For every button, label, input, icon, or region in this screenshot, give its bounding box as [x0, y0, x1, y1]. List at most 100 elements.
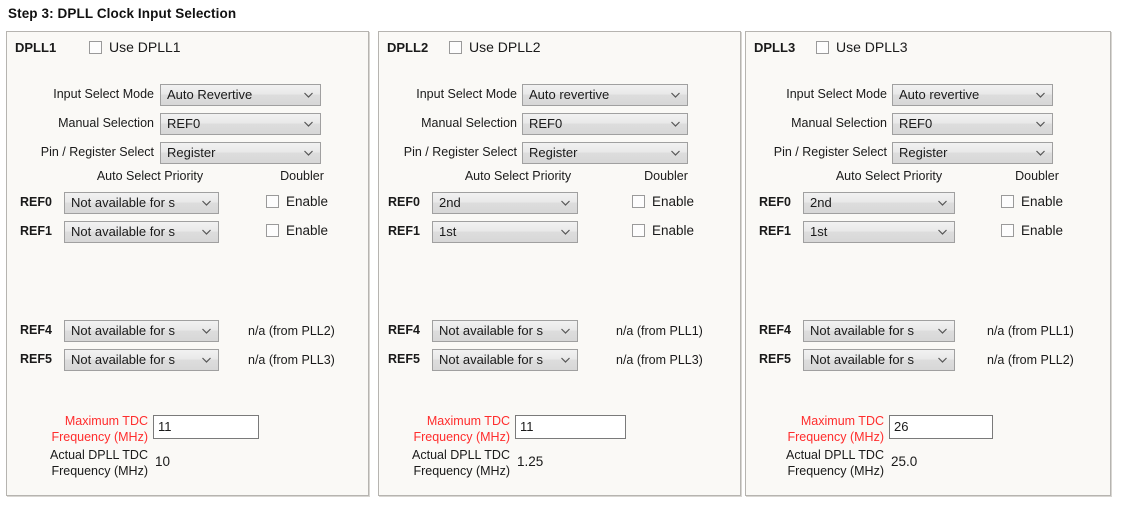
column-headings: Auto Select Priority Doubler — [746, 169, 1110, 187]
ref-priority-value: Not available for s — [810, 352, 914, 367]
max-tdc-frequency-label: Maximum TDCFrequency (MHz) — [379, 413, 510, 445]
pin-register-select-row: Pin / Register Select Register — [7, 142, 368, 164]
doubler-enable-checkbox-row[interactable]: Enable — [632, 194, 694, 209]
doubler-enable-checkbox-row[interactable]: Enable — [1001, 223, 1063, 238]
ref-row-ref4: REF4 Not available for s n/a (from PLL1) — [746, 320, 1110, 343]
checkbox-icon[interactable] — [1001, 195, 1014, 208]
manual-selection-row: Manual Selection REF0 — [7, 113, 368, 135]
use-dpll-label: Use DPLL3 — [836, 39, 908, 55]
ref-priority-dropdown[interactable]: Not available for s — [803, 320, 955, 342]
ref-source-note: n/a (from PLL2) — [248, 324, 335, 338]
ref-priority-dropdown[interactable]: Not available for s — [432, 320, 578, 342]
pin-register-select-label: Pin / Register Select — [746, 145, 887, 159]
use-dpll-checkbox-row[interactable]: Use DPLL1 — [89, 39, 181, 55]
chevron-down-icon — [304, 85, 313, 105]
chevron-down-icon — [202, 350, 211, 370]
actual-tdc-frequency-value: 10 — [155, 454, 170, 469]
doubler-heading: Doubler — [990, 169, 1084, 183]
use-dpll-label: Use DPLL1 — [109, 39, 181, 55]
use-dpll-checkbox-row[interactable]: Use DPLL2 — [449, 39, 541, 55]
doubler-enable-label: Enable — [1021, 223, 1063, 238]
chevron-down-icon — [561, 222, 570, 242]
input-select-mode-dropdown[interactable]: Auto revertive — [522, 84, 688, 106]
doubler-enable-label: Enable — [286, 194, 328, 209]
checkbox-icon[interactable] — [632, 224, 645, 237]
manual-selection-label: Manual Selection — [746, 116, 887, 130]
pin-register-select-dropdown[interactable]: Register — [522, 142, 688, 164]
ref-source-note: n/a (from PLL1) — [616, 324, 703, 338]
ref-priority-dropdown[interactable]: 2nd — [803, 192, 955, 214]
max-tdc-frequency-label: Maximum TDCFrequency (MHz) — [746, 413, 884, 445]
checkbox-icon[interactable] — [816, 41, 829, 54]
actual-tdc-frequency-row: Actual DPLL TDCFrequency (MHz) 1.25 — [379, 447, 740, 481]
ref-label: REF1 — [20, 224, 52, 238]
column-headings: Auto Select Priority Doubler — [7, 169, 368, 187]
doubler-enable-checkbox-row[interactable]: Enable — [266, 223, 328, 238]
ref-priority-dropdown[interactable]: 2nd — [432, 192, 578, 214]
ref-label: REF0 — [388, 195, 420, 209]
checkbox-icon[interactable] — [632, 195, 645, 208]
manual-selection-dropdown[interactable]: REF0 — [160, 113, 321, 135]
dpll-panel-dpll1: DPLL1 Use DPLL1 Input Select Mode Auto R… — [6, 31, 369, 496]
pin-register-select-dropdown[interactable]: Register — [160, 142, 321, 164]
manual-selection-dropdown[interactable]: REF0 — [892, 113, 1053, 135]
panel-title: DPLL3 — [754, 40, 795, 55]
ref-priority-dropdown[interactable]: Not available for s — [64, 320, 219, 342]
ref-priority-dropdown[interactable]: Not available for s — [64, 192, 219, 214]
chevron-down-icon — [202, 321, 211, 341]
ref-row-ref1: REF1 1st Enable — [746, 221, 1110, 244]
input-select-mode-row: Input Select Mode Auto Revertive — [7, 84, 368, 106]
input-select-mode-dropdown[interactable]: Auto Revertive — [160, 84, 321, 106]
input-select-mode-dropdown[interactable]: Auto revertive — [892, 84, 1053, 106]
ref-priority-value: Not available for s — [439, 352, 543, 367]
ref-row-ref0: REF0 2nd Enable — [379, 192, 740, 215]
page-title: Step 3: DPLL Clock Input Selection — [8, 6, 236, 21]
checkbox-icon[interactable] — [1001, 224, 1014, 237]
ref-priority-dropdown[interactable]: Not available for s — [432, 349, 578, 371]
chevron-down-icon — [561, 321, 570, 341]
chevron-down-icon — [938, 321, 947, 341]
ref-priority-value: Not available for s — [71, 352, 175, 367]
ref-label: REF5 — [759, 352, 791, 366]
doubler-enable-checkbox-row[interactable]: Enable — [632, 223, 694, 238]
actual-tdc-frequency-label: Actual DPLL TDCFrequency (MHz) — [379, 447, 510, 479]
ref-priority-dropdown[interactable]: Not available for s — [64, 349, 219, 371]
auto-select-priority-heading: Auto Select Priority — [776, 169, 1002, 183]
ref-priority-dropdown[interactable]: 1st — [803, 221, 955, 243]
use-dpll-label: Use DPLL2 — [469, 39, 541, 55]
checkbox-icon[interactable] — [266, 224, 279, 237]
max-tdc-frequency-input[interactable]: 11 — [515, 415, 626, 439]
ref-row-ref0: REF0 Not available for s Enable — [7, 192, 368, 215]
ref-row-ref0: REF0 2nd Enable — [746, 192, 1110, 215]
ref-priority-value: 1st — [439, 224, 456, 239]
manual-selection-row: Manual Selection REF0 — [746, 113, 1110, 135]
use-dpll-checkbox-row[interactable]: Use DPLL3 — [816, 39, 908, 55]
ref-priority-dropdown[interactable]: 1st — [432, 221, 578, 243]
checkbox-icon[interactable] — [89, 41, 102, 54]
pin-register-select-row: Pin / Register Select Register — [746, 142, 1110, 164]
pin-register-select-dropdown[interactable]: Register — [892, 142, 1053, 164]
ref-priority-value: Not available for s — [71, 323, 175, 338]
ref-label: REF1 — [388, 224, 420, 238]
ref-label: REF4 — [759, 323, 791, 337]
input-select-mode-label: Input Select Mode — [746, 87, 887, 101]
ref-priority-dropdown[interactable]: Not available for s — [64, 221, 219, 243]
doubler-enable-checkbox-row[interactable]: Enable — [1001, 194, 1063, 209]
chevron-down-icon — [304, 143, 313, 163]
auto-select-priority-heading: Auto Select Priority — [37, 169, 263, 183]
column-headings: Auto Select Priority Doubler — [379, 169, 740, 187]
checkbox-icon[interactable] — [449, 41, 462, 54]
max-tdc-frequency-value: 11 — [158, 419, 172, 434]
pin-register-select-label: Pin / Register Select — [379, 145, 517, 159]
manual-selection-dropdown[interactable]: REF0 — [522, 113, 688, 135]
ref-priority-dropdown[interactable]: Not available for s — [803, 349, 955, 371]
actual-tdc-frequency-label: Actual DPLL TDCFrequency (MHz) — [746, 447, 884, 479]
max-tdc-frequency-input[interactable]: 11 — [153, 415, 259, 439]
ref-label: REF5 — [20, 352, 52, 366]
doubler-enable-checkbox-row[interactable]: Enable — [266, 194, 328, 209]
checkbox-icon[interactable] — [266, 195, 279, 208]
doubler-heading: Doubler — [255, 169, 349, 183]
max-tdc-frequency-input[interactable]: 26 — [889, 415, 993, 439]
chevron-down-icon — [938, 193, 947, 213]
ref-priority-value: Not available for s — [71, 195, 175, 210]
